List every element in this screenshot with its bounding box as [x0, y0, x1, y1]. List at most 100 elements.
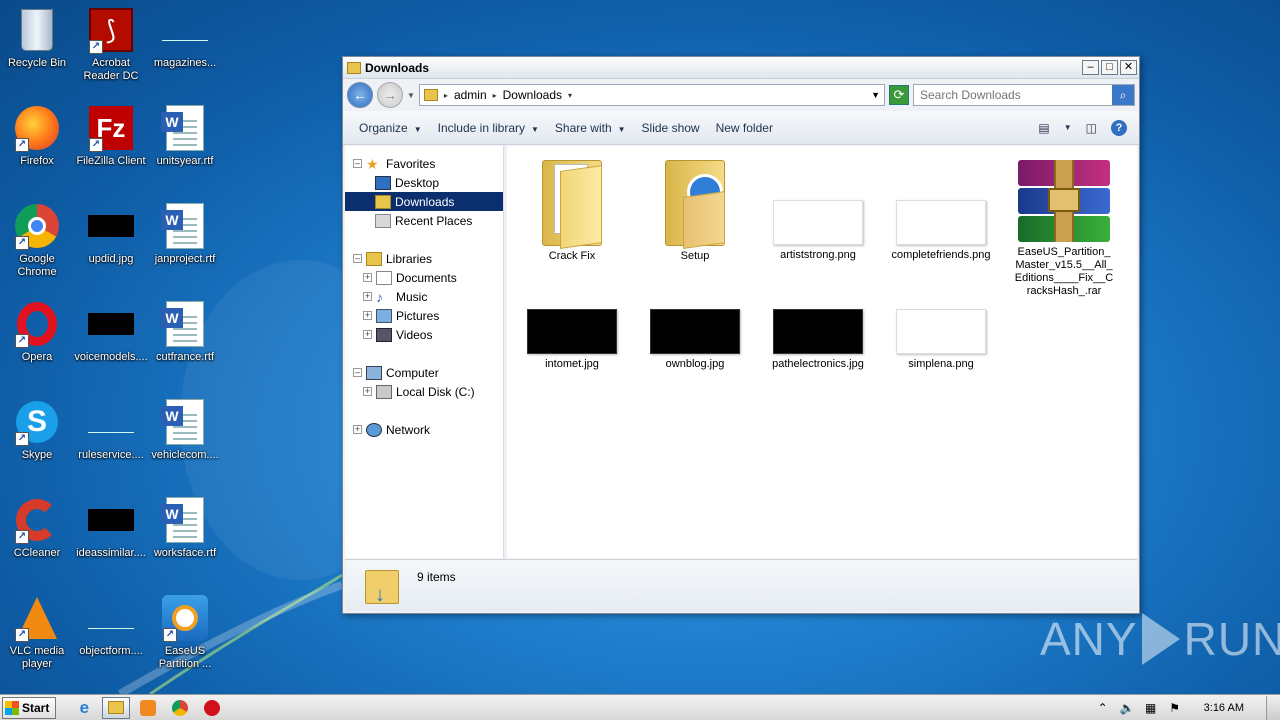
title-bar[interactable]: Downloads – □ ✕	[343, 57, 1139, 79]
show-desktop-button[interactable]	[1266, 695, 1280, 720]
recent-places-icon	[375, 213, 391, 228]
file-item[interactable]: ownblog.jpg	[636, 309, 754, 371]
desktop-icon-worksface[interactable]: W worksface.rtf	[148, 496, 222, 560]
action-center-flag-icon[interactable]: ⚑	[1168, 701, 1182, 715]
desktop-icon-ruleservice[interactable]: ruleservice....	[74, 398, 148, 462]
share-with-button[interactable]: Share with ▼	[547, 121, 634, 135]
desktop-icon-ideassimilar[interactable]: ideassimilar....	[74, 496, 148, 560]
chevron-right-icon[interactable]: ▸	[493, 91, 497, 100]
desktop-icon-objectform[interactable]: objectform....	[74, 594, 148, 658]
close-button[interactable]: ✕	[1120, 60, 1137, 75]
nav-documents[interactable]: + Documents	[345, 268, 503, 287]
nav-favorites[interactable]: – ★ Favorites	[345, 154, 503, 173]
folder-icon	[542, 154, 602, 249]
taskbar-file-explorer[interactable]	[102, 696, 131, 719]
expand-icon[interactable]: +	[363, 273, 372, 282]
address-field[interactable]: ▸ admin ▸ Downloads ▾ ▼	[418, 84, 885, 106]
slide-show-button[interactable]: Slide show	[634, 121, 708, 135]
file-list[interactable]: Crack Fix Setup artiststrong.png complet…	[507, 146, 1137, 558]
desktop-icon-easeus[interactable]: ↗ EaseUS Partition ...	[148, 594, 222, 671]
file-item[interactable]: EaseUS_Partition_Master_v15.5__All_Editi…	[1005, 160, 1123, 298]
desktop-icon-janproject[interactable]: W janproject.rtf	[148, 202, 222, 266]
file-item[interactable]: intomet.jpg	[513, 309, 631, 371]
nav-desktop[interactable]: Desktop	[345, 173, 503, 192]
desktop-icon-unitsyear[interactable]: W unitsyear.rtf	[148, 104, 222, 168]
nav-local-disk[interactable]: + Local Disk (C:)	[345, 382, 503, 401]
desktop-icon-acrobat[interactable]: ⟆ ↗ Acrobat Reader DC	[74, 6, 148, 83]
collapse-icon[interactable]: –	[353, 254, 362, 263]
search-input[interactable]	[920, 88, 1112, 102]
organize-button[interactable]: Organize ▼	[351, 121, 430, 135]
chevron-down-icon[interactable]: ▾	[568, 91, 572, 100]
back-button[interactable]: ←	[347, 82, 373, 108]
internet-explorer-icon: e	[79, 697, 90, 717]
recent-pages-dropdown-icon[interactable]: ▼	[407, 91, 415, 100]
desktop-icon-filezilla[interactable]: Fz ↗ FileZilla Client	[74, 104, 148, 168]
file-item[interactable]: simplena.png	[882, 309, 1000, 371]
network-icon[interactable]: ▦	[1144, 701, 1158, 715]
navigation-pane[interactable]: – ★ Favorites Desktop Downloads Recent P…	[345, 146, 504, 558]
nav-videos[interactable]: + Videos	[345, 325, 503, 344]
expand-icon[interactable]: +	[363, 387, 372, 396]
file-item[interactable]: pathelectronics.jpg	[759, 309, 877, 371]
address-dropdown-icon[interactable]: ▼	[871, 90, 880, 100]
nav-downloads[interactable]: Downloads	[345, 192, 503, 211]
desktop-icon-recycle-bin[interactable]: Recycle Bin	[0, 6, 74, 70]
expand-icon[interactable]: +	[363, 292, 372, 301]
help-icon[interactable]: ?	[1111, 119, 1127, 136]
include-in-library-button[interactable]: Include in library ▼	[430, 121, 547, 135]
desktop-icon-skype[interactable]: S ↗ Skype	[0, 398, 74, 462]
chrome-icon	[172, 699, 189, 716]
maximize-button[interactable]: □	[1101, 60, 1118, 75]
desktop-icon-cutfrance[interactable]: W cutfrance.rtf	[148, 300, 222, 364]
collapse-icon[interactable]: –	[353, 368, 362, 377]
clock[interactable]: 3:16 AM	[1204, 702, 1244, 714]
nav-computer[interactable]: – Computer	[345, 363, 503, 382]
view-dropdown-icon[interactable]: ▼	[1064, 123, 1072, 132]
nav-libraries[interactable]: – Libraries	[345, 249, 503, 268]
nav-music[interactable]: + ♪ Music	[345, 287, 503, 306]
new-folder-button[interactable]: New folder	[708, 121, 781, 135]
chevron-right-icon[interactable]: ▸	[444, 91, 448, 100]
window-title: Downloads	[365, 60, 430, 75]
collapse-icon[interactable]: –	[353, 159, 362, 168]
nav-recent-places[interactable]: Recent Places	[345, 211, 503, 230]
desktop-icon-chrome[interactable]: ↗ Google Chrome	[0, 202, 74, 279]
nav-network[interactable]: + Network	[345, 420, 503, 439]
desktop-icon-magazines[interactable]: magazines...	[148, 6, 222, 70]
file-item[interactable]: artiststrong.png	[759, 200, 877, 262]
desktop-icon-voicemodels[interactable]: voicemodels....	[74, 300, 148, 364]
nav-pictures[interactable]: + Pictures	[345, 306, 503, 325]
start-button[interactable]: Start	[2, 696, 57, 719]
opera-icon	[204, 699, 221, 716]
expand-icon[interactable]: +	[363, 330, 372, 339]
search-icon[interactable]: ⌕	[1112, 85, 1134, 105]
breadcrumb-downloads[interactable]: Downloads	[503, 88, 562, 102]
taskbar-chrome[interactable]	[166, 697, 194, 719]
desktop-icon-opera[interactable]: ↗ Opera	[0, 300, 74, 364]
winrar-archive-icon	[1018, 160, 1110, 242]
show-hidden-icons-icon[interactable]: ⌃	[1096, 701, 1110, 715]
file-item[interactable]: Setup	[636, 154, 754, 263]
desktop-icon-updid[interactable]: updid.jpg	[74, 202, 148, 266]
forward-button[interactable]: →	[377, 82, 403, 108]
desktop-icon-firefox[interactable]: ↗ Firefox	[0, 104, 74, 168]
change-view-icon[interactable]: ▤	[1038, 121, 1049, 135]
minimize-button[interactable]: –	[1082, 60, 1099, 75]
taskbar-internet-explorer[interactable]: e	[70, 697, 98, 719]
desktop-icon-vlc[interactable]: ↗ VLC media player	[0, 594, 74, 671]
volume-icon[interactable]: 🔈	[1120, 701, 1135, 715]
file-item[interactable]: Crack Fix	[513, 154, 631, 263]
taskbar-opera[interactable]	[198, 697, 226, 719]
expand-icon[interactable]: +	[363, 311, 372, 320]
taskbar-media-player[interactable]	[134, 697, 162, 719]
desktop-icon-ccleaner[interactable]: ↗ CCleaner	[0, 496, 74, 560]
refresh-button[interactable]: ⟳	[889, 85, 909, 105]
expand-icon[interactable]: +	[353, 425, 362, 434]
preview-pane-icon[interactable]: ◫	[1086, 121, 1097, 135]
desktop-icon-vehiclecom[interactable]: W vehiclecom....	[148, 398, 222, 462]
explorer-window[interactable]: Downloads – □ ✕ ← → ▼ ▸ admin ▸ Download…	[342, 56, 1140, 614]
search-box[interactable]: ⌕	[913, 84, 1135, 106]
breadcrumb-admin[interactable]: admin	[454, 88, 487, 102]
file-item[interactable]: completefriends.png	[882, 200, 1000, 262]
